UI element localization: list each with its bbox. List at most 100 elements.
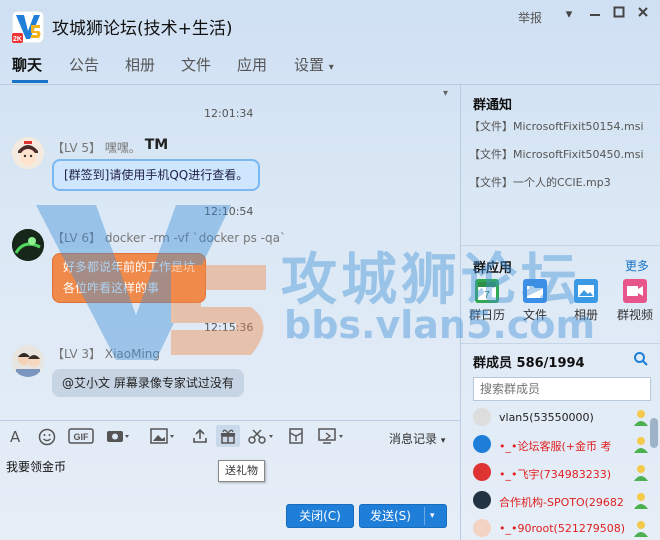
title-bar: 2K 攻城狮论坛(技术+生活) 举报 ▾	[0, 0, 660, 48]
member-item[interactable]: •_•飞宇(734983233)	[473, 463, 649, 485]
avatar[interactable]	[12, 345, 44, 377]
screenshot-icon[interactable]	[106, 428, 130, 448]
member-name: •_•90root(521279508)	[499, 522, 626, 535]
message-input[interactable]: 我要领金币	[6, 458, 66, 475]
sender-name: 【LV 3】 XiaoMing	[52, 345, 160, 362]
scissors-icon[interactable]	[248, 428, 276, 448]
gift-icon[interactable]	[216, 425, 240, 447]
red-packet-icon[interactable]	[288, 428, 304, 448]
video-icon	[623, 279, 647, 303]
right-panel: ▾ 群通知 【文件】MicrosoftFixit50154.msi 【文件】Mi…	[443, 85, 660, 540]
avatar	[473, 435, 491, 453]
tab-chat[interactable]: 聊天	[12, 54, 42, 75]
app-calendar[interactable]: 7 群日历	[465, 279, 509, 323]
chevron-down-icon: ▾	[440, 436, 446, 446]
tab-apps[interactable]: 应用	[237, 54, 267, 75]
sender-name: 【LV 5】 嘿嘿。 TM	[52, 137, 168, 156]
avatar	[473, 519, 491, 537]
tab-album[interactable]: 相册	[125, 54, 155, 75]
search-icon[interactable]	[633, 351, 649, 370]
notice-item[interactable]: 【文件】MicrosoftFixit50154.msi	[469, 118, 644, 134]
avatar	[473, 491, 491, 509]
close-button[interactable]: 关闭(C)	[286, 504, 354, 528]
divider	[461, 343, 660, 344]
font-icon[interactable]: A	[10, 428, 20, 446]
message-history-button[interactable]: 消息记录 ▾	[389, 430, 445, 447]
message-line: 各位咋看这样的事	[63, 281, 160, 295]
image-icon[interactable]	[150, 428, 176, 448]
active-tab-indicator	[12, 80, 48, 83]
message-bubble[interactable]: @艾小文 屏幕录像专家试过没有	[52, 369, 244, 397]
send-divider	[424, 507, 425, 525]
sender-level: 【LV 6】	[52, 231, 102, 245]
sender-nickname: docker -rm -vf `docker ps -qa`	[104, 231, 286, 245]
gif-icon[interactable]: GIF	[68, 428, 94, 448]
app-files[interactable]: 文件	[513, 279, 557, 323]
collapse-arrow-icon[interactable]: ▾	[443, 88, 448, 99]
member-item[interactable]: 合作机构-SPOTO(29682	[473, 491, 649, 513]
members-title: 群成员 586/1994	[473, 356, 585, 371]
member-item[interactable]: •_•90root(521279508)	[473, 519, 649, 540]
group-notice-title: 群通知	[473, 98, 513, 113]
sender-nickname-suffix: TM	[144, 137, 169, 153]
tab-notice[interactable]: 公告	[69, 54, 99, 75]
avatar[interactable]	[12, 137, 44, 169]
user-icon	[633, 520, 649, 540]
app-label: 相册	[573, 308, 598, 322]
avatar	[473, 408, 491, 426]
member-item[interactable]: vlan5(53550000)	[473, 408, 649, 430]
report-button[interactable]: 举报	[518, 9, 542, 26]
gif-label: GIF	[74, 432, 90, 442]
member-name: •_•论坛客服(+金币 考	[499, 440, 612, 453]
member-name: vlan5(53550000)	[499, 411, 594, 424]
app-label: 文件	[522, 308, 547, 322]
app-album[interactable]: 相册	[564, 279, 608, 323]
chevron-down-icon: ▾	[328, 62, 334, 73]
member-name: •_•飞宇(734983233)	[499, 468, 612, 481]
history-label: 消息记录	[389, 432, 438, 446]
user-icon	[633, 409, 649, 430]
maximize-button[interactable]	[610, 6, 628, 24]
members-scrollbar[interactable]	[650, 418, 658, 448]
send-options-chevron-icon[interactable]: ▾	[430, 505, 435, 527]
emoji-icon[interactable]	[38, 428, 56, 450]
calendar-day: 7	[484, 290, 490, 301]
send-label: 发送(S)	[370, 509, 411, 523]
folder-icon	[523, 279, 547, 303]
divider	[0, 420, 460, 421]
close-window-button[interactable]	[634, 6, 652, 24]
user-icon	[633, 464, 649, 485]
member-item[interactable]: •_•论坛客服(+金币 考	[473, 435, 649, 457]
chat-area[interactable]: 12:01:34 【LV 5】 嘿嘿。 TM [群签到]请使用手机QQ进行查看。…	[0, 85, 460, 420]
message-time: 12:10:54	[204, 205, 254, 218]
app-label: 群日历	[468, 308, 505, 322]
app-video[interactable]: 群视频	[613, 279, 657, 323]
photo-icon	[574, 279, 598, 303]
message-line: 好多都说年前的工作是坑	[63, 260, 196, 274]
logo-badge: 2K	[13, 36, 22, 43]
dropdown-icon[interactable]: ▾	[560, 6, 578, 24]
minimize-button[interactable]	[586, 6, 604, 24]
message-time: 12:15:36	[204, 321, 254, 334]
tab-files[interactable]: 文件	[181, 54, 211, 75]
remote-desktop-icon[interactable]	[318, 428, 346, 448]
send-button[interactable]: 发送(S) ▾	[359, 504, 447, 528]
sender-nickname: 嘿嘿。	[104, 141, 141, 155]
upload-icon[interactable]	[192, 428, 208, 448]
window-title: 攻城狮论坛(技术+生活)	[52, 19, 233, 39]
member-search-input[interactable]	[473, 377, 651, 401]
tab-settings[interactable]: 设置 ▾	[294, 54, 334, 75]
gift-tooltip: 送礼物	[218, 460, 265, 482]
avatar[interactable]	[12, 229, 44, 261]
message-bubble[interactable]: [群签到]请使用手机QQ进行查看。	[52, 159, 261, 191]
avatar	[473, 463, 491, 481]
sender-level: 【LV 3】	[52, 347, 102, 361]
notice-item[interactable]: 【文件】MicrosoftFixit50450.msi	[469, 146, 644, 162]
user-icon	[633, 492, 649, 513]
calendar-icon: 7	[475, 279, 499, 303]
app-logo: 2K	[11, 10, 45, 44]
message-bubble[interactable]: 好多都说年前的工作是坑 各位咋看这样的事	[52, 253, 207, 303]
user-icon	[633, 436, 649, 457]
notice-item[interactable]: 【文件】一个人的CCIE.mp3	[469, 174, 611, 190]
apps-more-link[interactable]: 更多	[625, 257, 649, 274]
